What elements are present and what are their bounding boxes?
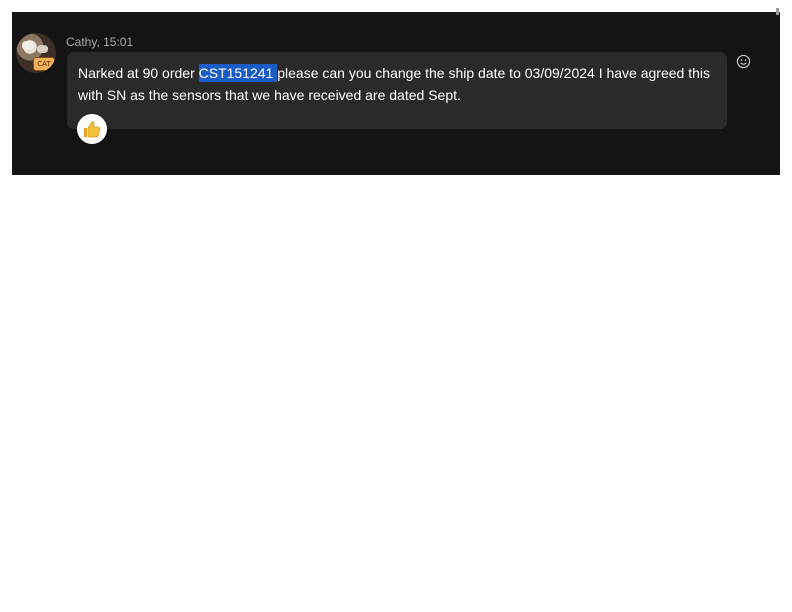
message-header: Cathy, 15:01	[66, 35, 134, 49]
avatar-badge: CAT	[33, 57, 55, 71]
avatar[interactable]: CAT	[16, 33, 56, 73]
selected-order-number[interactable]: CST151241	[198, 64, 278, 82]
resize-handle-icon	[776, 8, 779, 15]
smiley-icon	[736, 54, 750, 68]
reaction-thumbs-up[interactable]	[77, 114, 107, 144]
message-bubble[interactable]: Narked at 90 order CST151241 please can …	[67, 52, 727, 129]
message-text-before: Narked at 90 order	[78, 65, 199, 81]
thumbs-up-icon	[84, 121, 101, 138]
message-text: Narked at 90 order CST151241 please can …	[78, 62, 718, 106]
add-reaction-button[interactable]	[734, 52, 752, 70]
